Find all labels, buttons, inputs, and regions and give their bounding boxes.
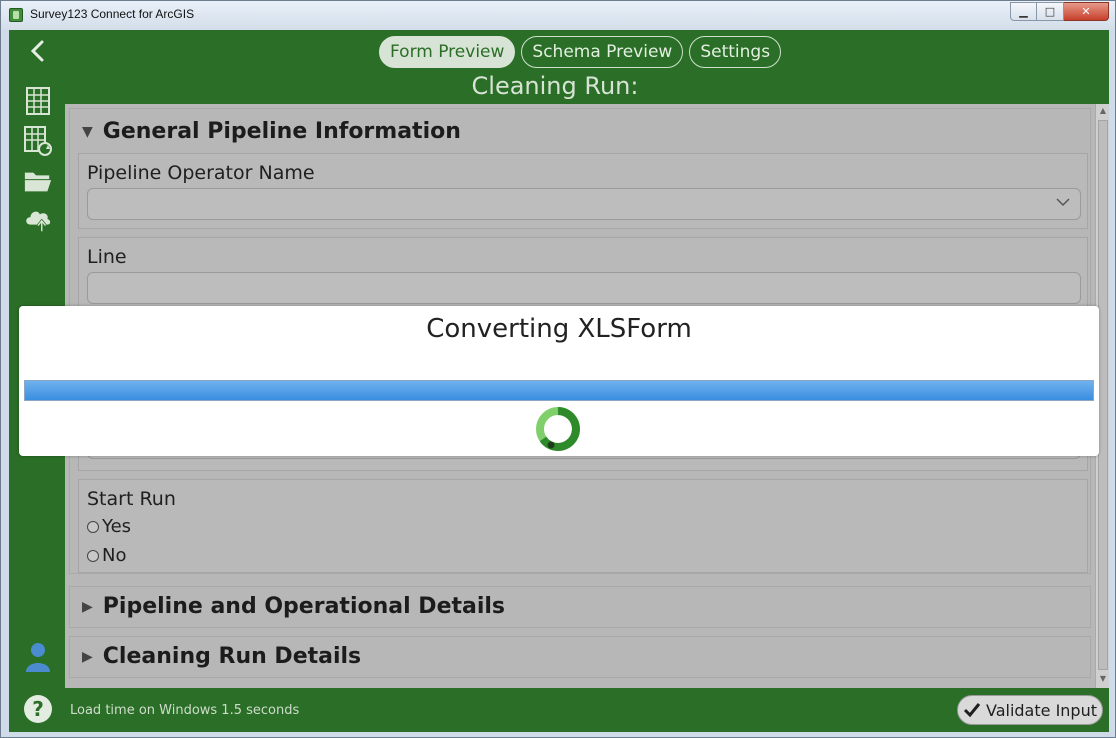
chevron-down-icon — [1056, 198, 1070, 207]
preview-tabs: Form Preview Schema Preview Settings — [379, 36, 782, 68]
back-arrow-icon — [30, 40, 44, 62]
radio-circle-icon — [87, 549, 99, 562]
form-title: Cleaning Run: — [471, 72, 639, 100]
open-folder-button[interactable] — [23, 166, 53, 196]
window-controls: ▁ □ ✕ — [1010, 2, 1109, 21]
help-button[interactable]: ? — [23, 694, 53, 724]
app-icon — [9, 8, 23, 22]
collapsed-triangle-icon: ▶ — [82, 598, 93, 615]
tab-settings[interactable]: Settings — [689, 36, 782, 68]
app-window: Survey123 Connect for ArcGIS ▁ □ ✕ ? For… — [0, 0, 1116, 738]
dialog-title: Converting XLSForm — [426, 314, 692, 344]
radio-label: No — [102, 545, 127, 566]
group-header-general[interactable]: ▼ General Pipeline Information — [82, 119, 461, 144]
folder-icon — [24, 172, 52, 192]
scroll-down-icon[interactable]: ▼ — [1098, 674, 1108, 684]
validate-label: Validate Input — [986, 700, 1097, 720]
radio-label: Yes — [102, 516, 132, 537]
question-operator: Pipeline Operator Name — [78, 153, 1088, 229]
xlsform-button[interactable] — [23, 86, 53, 116]
close-button[interactable]: ✕ — [1064, 2, 1109, 21]
line-input[interactable] — [87, 272, 1081, 304]
group-header-cleaning: ▶ Cleaning Run Details — [82, 644, 361, 669]
radio-no[interactable]: No — [87, 545, 126, 566]
validate-input-button[interactable]: Validate Input — [957, 695, 1103, 725]
close-icon: ✕ — [1081, 5, 1091, 18]
minimize-button[interactable]: ▁ — [1010, 2, 1037, 21]
group-header-operational: ▶ Pipeline and Operational Details — [82, 594, 505, 619]
group-cleaning-run[interactable]: ▶ Cleaning Run Details — [69, 636, 1091, 678]
maximize-button[interactable]: □ — [1037, 2, 1064, 21]
window-title: Survey123 Connect for ArcGIS — [30, 7, 195, 21]
title-bar: Survey123 Connect for ArcGIS ▁ □ ✕ — [1, 1, 1115, 30]
question-line: Line — [78, 237, 1088, 313]
maximize-icon: □ — [1044, 5, 1056, 18]
back-button[interactable] — [23, 36, 53, 66]
status-text: Load time on Windows 1.5 seconds — [70, 703, 300, 718]
user-button[interactable] — [23, 642, 53, 672]
loading-spinner-icon — [536, 407, 580, 451]
update-survey-button[interactable] — [23, 126, 53, 156]
minimize-icon: ▁ — [1019, 5, 1028, 18]
spreadsheet-icon — [26, 87, 50, 115]
group-label: General Pipeline Information — [102, 119, 461, 144]
question-label: Start Run — [87, 488, 176, 510]
scroll-thumb[interactable] — [1098, 120, 1108, 670]
group-label: Pipeline and Operational Details — [102, 594, 506, 619]
svg-text:?: ? — [32, 697, 44, 721]
publish-button[interactable] — [23, 204, 53, 234]
cloud-upload-icon — [26, 211, 51, 232]
tab-form-preview[interactable]: Form Preview — [379, 36, 516, 68]
expanded-triangle-icon: ▼ — [82, 123, 93, 140]
group-pipeline-operational[interactable]: ▶ Pipeline and Operational Details — [69, 586, 1091, 628]
scroll-up-icon[interactable]: ▲ — [1098, 106, 1108, 116]
collapsed-triangle-icon: ▶ — [82, 648, 93, 665]
radio-circle-icon — [87, 520, 99, 533]
question-start-run: Start Run Yes No — [78, 479, 1088, 573]
operator-select[interactable] — [87, 188, 1081, 220]
radio-yes[interactable]: Yes — [87, 516, 131, 537]
progress-bar — [24, 380, 1094, 401]
progress-fill — [25, 381, 1093, 400]
checkmark-icon — [963, 703, 981, 718]
help-icon: ? — [24, 695, 52, 723]
converting-dialog: Converting XLSForm — [19, 306, 1099, 456]
group-label: Cleaning Run Details — [102, 644, 362, 669]
tab-schema-preview[interactable]: Schema Preview — [521, 36, 684, 68]
spreadsheet-refresh-icon — [24, 126, 52, 156]
user-icon — [26, 643, 50, 672]
question-label: Pipeline Operator Name — [87, 162, 315, 184]
question-label: Line — [87, 246, 127, 268]
